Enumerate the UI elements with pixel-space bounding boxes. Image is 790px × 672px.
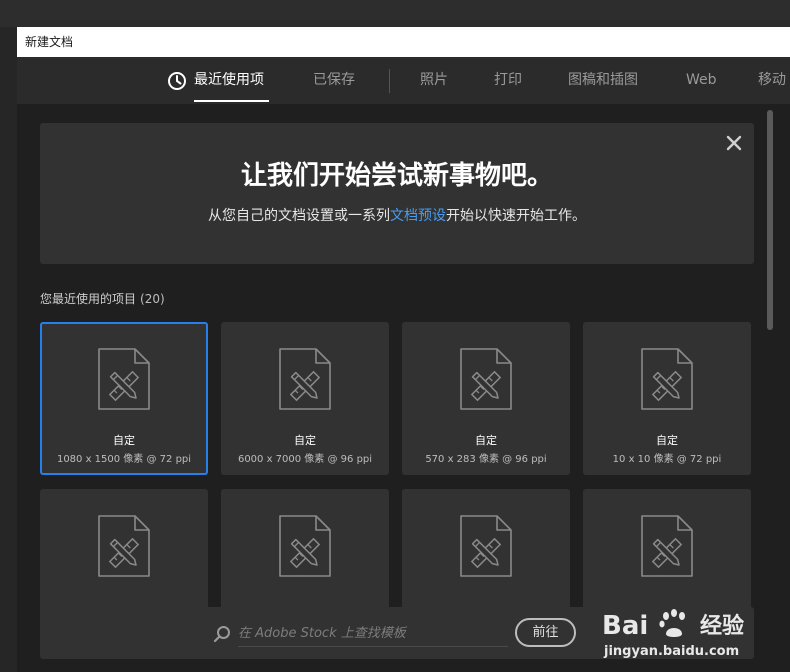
recent-item-card[interactable]: 自定 1080 x 1500 像素 @ 72 ppi [40, 322, 208, 475]
close-icon[interactable] [724, 133, 744, 153]
welcome-title: 让我们开始尝试新事物吧。 [240, 161, 553, 191]
scrollbar-thumb[interactable] [767, 110, 773, 330]
active-tab-indicator [194, 100, 269, 102]
baidu-logo-icon: Bai [602, 609, 685, 641]
watermark-url: jingyan.baidu.com [604, 644, 740, 659]
clock-icon [168, 72, 186, 90]
tab-divider [389, 69, 390, 93]
recent-items-heading: 您最近使用的项目 (20) [40, 290, 165, 307]
welcome-subtitle: 从您自己的文档设置或一系列文档预设开始以快速开始工作。 [40, 205, 754, 225]
recent-item-card[interactable]: 自定 570 x 283 像素 @ 96 ppi [402, 322, 570, 475]
recent-item-card[interactable]: 自定 10 x 10 像素 @ 72 ppi [583, 322, 751, 475]
content-area: 让我们开始尝试新事物吧。 从您自己的文档设置或一系列文档预设开始以快速开始工作。… [17, 104, 790, 672]
svg-text:Bai: Bai [602, 611, 648, 641]
tab-art-illustration[interactable]: 图稿和插图 [568, 57, 638, 104]
top-strip [0, 0, 790, 27]
recent-item-dimensions: 6000 x 7000 像素 @ 96 ppi [237, 454, 373, 465]
recent-item-name: 自定 [113, 434, 135, 447]
recent-items-label: 您最近使用的项目 [40, 292, 137, 306]
document-preset-icon [638, 514, 694, 578]
tab-recent[interactable]: 最近使用项 [194, 57, 264, 104]
recent-item-dimensions: 570 x 283 像素 @ 96 ppi [425, 454, 547, 465]
recent-item-name: 自定 [294, 434, 316, 447]
stock-search-input[interactable] [238, 620, 508, 647]
welcome-banner: 让我们开始尝试新事物吧。 从您自己的文档设置或一系列文档预设开始以快速开始工作。 [40, 123, 754, 264]
welcome-subtitle-before: 从您自己的文档设置或一系列 [208, 208, 390, 224]
document-preset-icon [95, 514, 151, 578]
document-preset-icon [457, 347, 513, 411]
recent-items-count: (20) [140, 292, 165, 306]
dialog-title: 新建文档 [17, 27, 790, 57]
recent-item-name: 自定 [475, 434, 497, 447]
tab-bar: 最近使用项 已保存 照片 打印 图稿和插图 Web 移动 [17, 57, 790, 104]
recent-item-name: 自定 [656, 434, 678, 447]
document-presets-link[interactable]: 文档预设 [390, 208, 446, 224]
document-preset-icon [638, 347, 694, 411]
go-button[interactable]: 前往 [515, 618, 576, 647]
recent-item-dimensions: 10 x 10 像素 @ 72 ppi [612, 454, 722, 465]
document-preset-icon [276, 514, 332, 578]
watermark-brand: 经验 [700, 614, 745, 639]
document-preset-icon [457, 514, 513, 578]
tab-photo[interactable]: 照片 [420, 57, 448, 104]
tab-print[interactable]: 打印 [494, 57, 522, 104]
document-preset-icon [95, 347, 151, 411]
document-preset-icon [276, 347, 332, 411]
left-strip [0, 27, 17, 672]
welcome-subtitle-after: 开始以快速开始工作。 [446, 208, 586, 224]
tab-web[interactable]: Web [686, 57, 717, 104]
search-icon [213, 626, 230, 643]
tab-saved[interactable]: 已保存 [313, 57, 355, 104]
tab-mobile[interactable]: 移动 [758, 57, 786, 104]
recent-item-card[interactable]: 自定 6000 x 7000 像素 @ 96 ppi [221, 322, 389, 475]
app-frame: 新建文档 最近使用项 已保存 照片 打印 图稿和插图 Web 移动 让我们开始尝… [0, 0, 790, 672]
recent-item-dimensions: 1080 x 1500 像素 @ 72 ppi [56, 454, 192, 465]
